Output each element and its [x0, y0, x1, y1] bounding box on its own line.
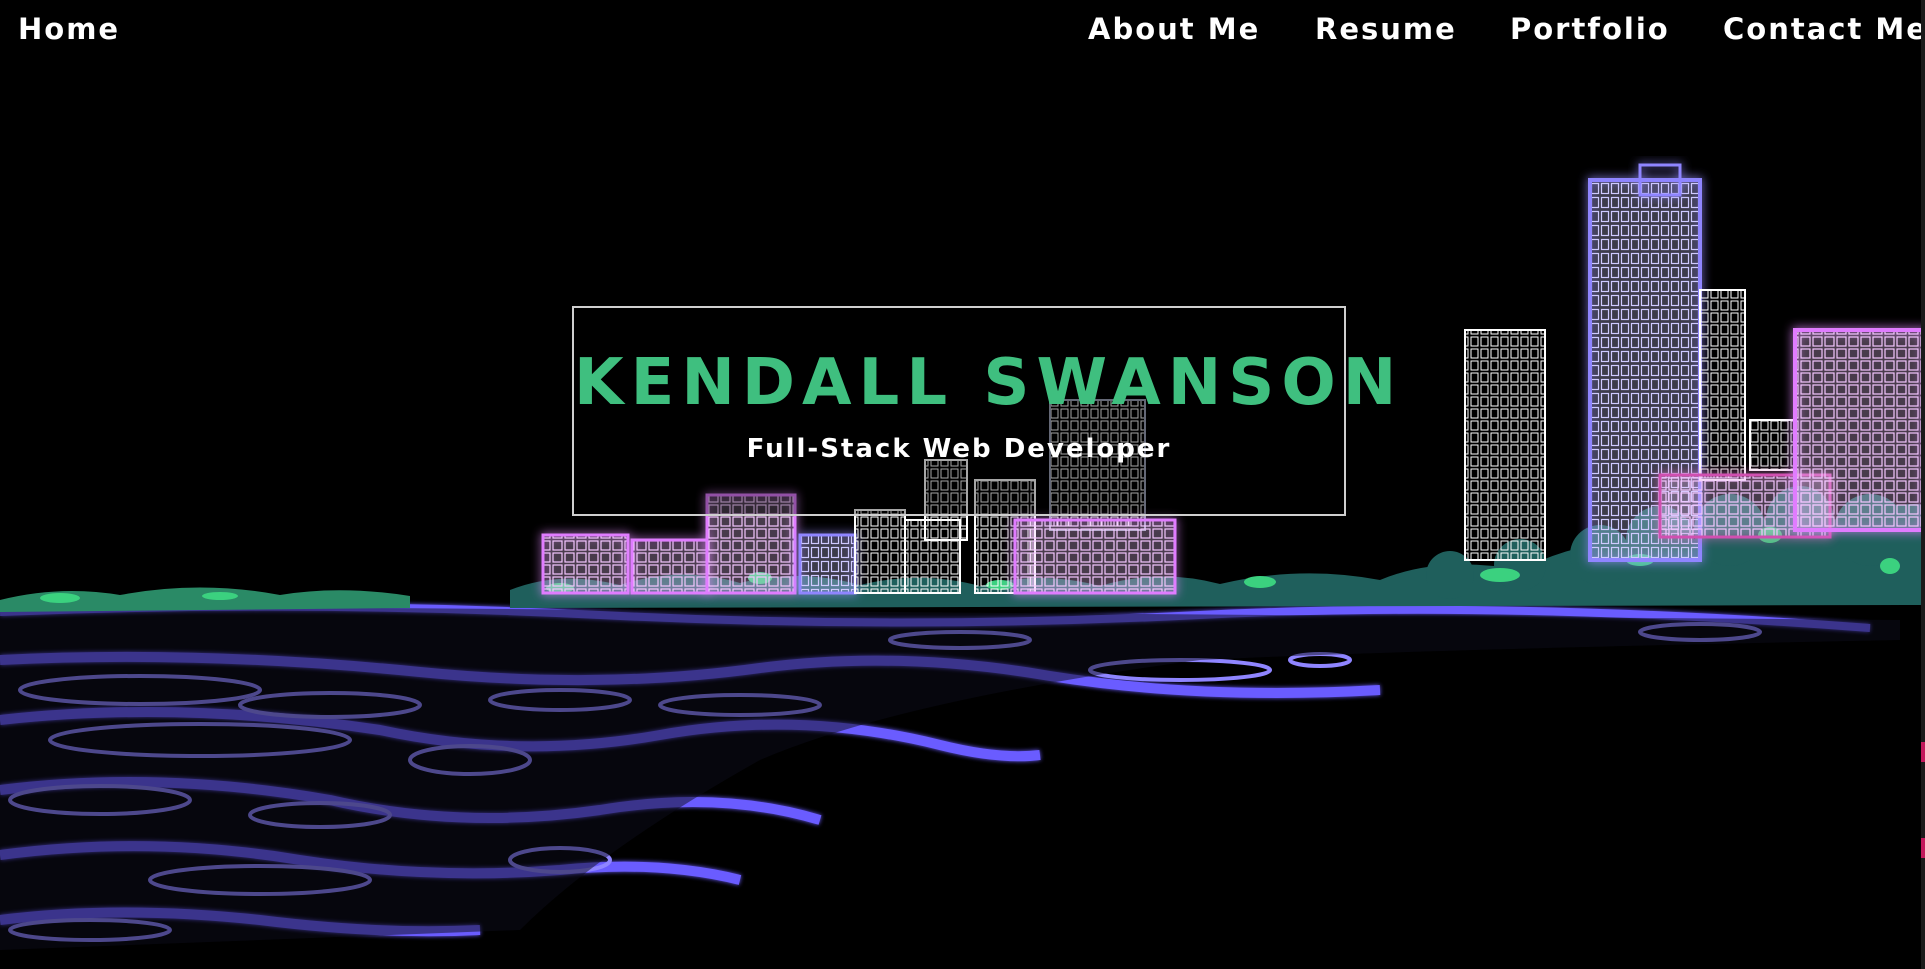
- scrollbar[interactable]: [1921, 0, 1925, 969]
- scrollbar-marker: [1921, 838, 1925, 858]
- nav-link-about[interactable]: About Me: [1088, 12, 1260, 46]
- nav-link-portfolio[interactable]: Portfolio: [1510, 12, 1670, 46]
- page: Home About Me Resume Portfolio Contact M…: [0, 0, 1925, 969]
- nav-link-home[interactable]: Home: [18, 12, 120, 46]
- nav-link-contact[interactable]: Contact Me: [1723, 12, 1925, 46]
- hero-subtitle: Full-Stack Web Developer: [746, 434, 1172, 464]
- lake-surface: [0, 605, 1900, 950]
- hero-title-box: KENDALL SWANSON Full-Stack Web Developer: [572, 306, 1404, 516]
- nav-link-resume[interactable]: Resume: [1315, 12, 1457, 46]
- top-navigation: Home About Me Resume Portfolio Contact M…: [0, 0, 1925, 62]
- scrollbar-marker: [1921, 742, 1925, 762]
- right-buildings: [1464, 163, 1925, 562]
- hero-name: KENDALL SWANSON: [574, 346, 1404, 420]
